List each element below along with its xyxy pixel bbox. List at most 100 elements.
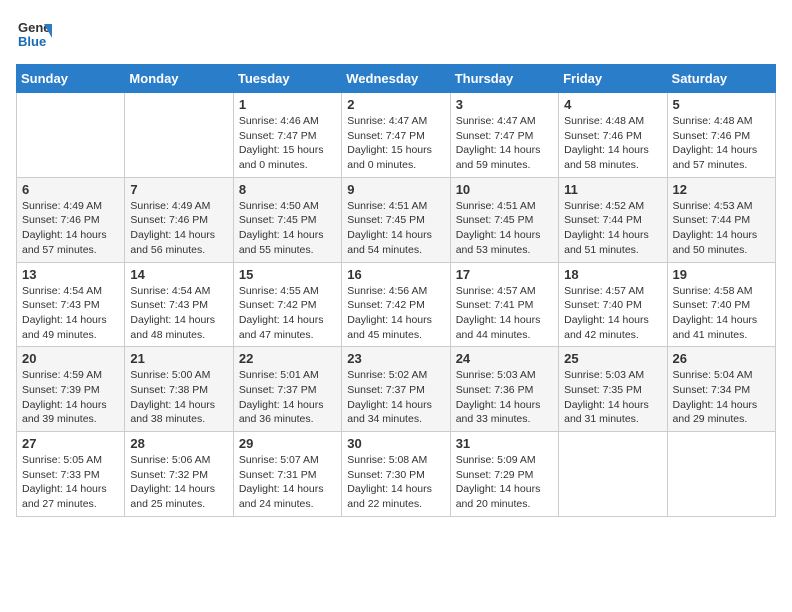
calendar-cell	[17, 93, 125, 178]
calendar-week-row: 6 Sunrise: 4:49 AM Sunset: 7:46 PM Daylig…	[17, 177, 776, 262]
calendar-week-row: 1 Sunrise: 4:46 AM Sunset: 7:47 PM Daylig…	[17, 93, 776, 178]
calendar-cell: 22 Sunrise: 5:01 AM Sunset: 7:37 PM Dayli…	[233, 347, 341, 432]
day-number: 13	[22, 267, 119, 282]
day-content: Sunrise: 5:02 AM Sunset: 7:37 PM Dayligh…	[347, 368, 444, 427]
calendar-cell: 11 Sunrise: 4:52 AM Sunset: 7:44 PM Dayli…	[559, 177, 667, 262]
calendar-cell: 16Sunrise: 4:56 AM Sunset: 7:42 PM Dayli…	[342, 262, 450, 347]
day-number: 3	[456, 97, 553, 112]
day-content: Sunrise: 5:09 AM Sunset: 7:29 PM Dayligh…	[456, 453, 553, 512]
day-content: Sunrise: 4:46 AM Sunset: 7:47 PM Dayligh…	[239, 114, 336, 173]
day-content: Sunrise: 4:48 AM Sunset: 7:46 PM Dayligh…	[673, 114, 770, 173]
day-number: 25	[564, 351, 661, 366]
calendar-cell: 7 Sunrise: 4:49 AM Sunset: 7:46 PM Daylig…	[125, 177, 233, 262]
day-number: 5	[673, 97, 770, 112]
day-number: 28	[130, 436, 227, 451]
day-content: Sunrise: 5:00 AM Sunset: 7:38 PM Dayligh…	[130, 368, 227, 427]
day-content: Sunrise: 4:49 AM Sunset: 7:46 PM Dayligh…	[22, 199, 119, 258]
calendar-cell: 24Sunrise: 5:03 AM Sunset: 7:36 PM Dayli…	[450, 347, 558, 432]
day-content: Sunrise: 5:03 AM Sunset: 7:36 PM Dayligh…	[456, 368, 553, 427]
logo: General Blue	[16, 16, 52, 52]
calendar-cell: 18 Sunrise: 4:57 AM Sunset: 7:40 PM Dayli…	[559, 262, 667, 347]
calendar-cell: 5 Sunrise: 4:48 AM Sunset: 7:46 PM Daylig…	[667, 93, 775, 178]
day-number: 11	[564, 182, 661, 197]
weekday-header: Sunday	[17, 65, 125, 93]
weekday-header: Saturday	[667, 65, 775, 93]
day-number: 4	[564, 97, 661, 112]
day-number: 19	[673, 267, 770, 282]
calendar-header: SundayMondayTuesdayWednesdayThursdayFrid…	[17, 65, 776, 93]
day-content: Sunrise: 4:59 AM Sunset: 7:39 PM Dayligh…	[22, 368, 119, 427]
day-number: 12	[673, 182, 770, 197]
day-number: 23	[347, 351, 444, 366]
day-number: 2	[347, 97, 444, 112]
day-content: Sunrise: 5:07 AM Sunset: 7:31 PM Dayligh…	[239, 453, 336, 512]
calendar-cell: 4 Sunrise: 4:48 AM Sunset: 7:46 PM Daylig…	[559, 93, 667, 178]
calendar-cell: 13 Sunrise: 4:54 AM Sunset: 7:43 PM Dayli…	[17, 262, 125, 347]
calendar-cell: 26 Sunrise: 5:04 AM Sunset: 7:34 PM Dayli…	[667, 347, 775, 432]
logo-icon: General Blue	[16, 16, 52, 52]
calendar-cell: 9 Sunrise: 4:51 AM Sunset: 7:45 PM Daylig…	[342, 177, 450, 262]
day-content: Sunrise: 4:57 AM Sunset: 7:40 PM Dayligh…	[564, 284, 661, 343]
calendar-week-row: 20 Sunrise: 4:59 AM Sunset: 7:39 PM Dayli…	[17, 347, 776, 432]
day-number: 9	[347, 182, 444, 197]
calendar-cell: 15 Sunrise: 4:55 AM Sunset: 7:42 PM Dayli…	[233, 262, 341, 347]
calendar-cell: 31 Sunrise: 5:09 AM Sunset: 7:29 PM Dayli…	[450, 432, 558, 517]
day-number: 7	[130, 182, 227, 197]
calendar-cell: 1 Sunrise: 4:46 AM Sunset: 7:47 PM Daylig…	[233, 93, 341, 178]
weekday-header: Friday	[559, 65, 667, 93]
calendar-cell: 8Sunrise: 4:50 AM Sunset: 7:45 PM Daylig…	[233, 177, 341, 262]
calendar-cell: 12Sunrise: 4:53 AM Sunset: 7:44 PM Dayli…	[667, 177, 775, 262]
day-number: 14	[130, 267, 227, 282]
calendar-cell: 3Sunrise: 4:47 AM Sunset: 7:47 PM Daylig…	[450, 93, 558, 178]
day-number: 31	[456, 436, 553, 451]
day-content: Sunrise: 5:08 AM Sunset: 7:30 PM Dayligh…	[347, 453, 444, 512]
day-content: Sunrise: 4:52 AM Sunset: 7:44 PM Dayligh…	[564, 199, 661, 258]
day-content: Sunrise: 4:51 AM Sunset: 7:45 PM Dayligh…	[347, 199, 444, 258]
calendar-cell: 19 Sunrise: 4:58 AM Sunset: 7:40 PM Dayli…	[667, 262, 775, 347]
day-number: 20	[22, 351, 119, 366]
day-number: 8	[239, 182, 336, 197]
calendar-cell: 21 Sunrise: 5:00 AM Sunset: 7:38 PM Dayli…	[125, 347, 233, 432]
calendar-week-row: 27Sunrise: 5:05 AM Sunset: 7:33 PM Dayli…	[17, 432, 776, 517]
day-content: Sunrise: 5:04 AM Sunset: 7:34 PM Dayligh…	[673, 368, 770, 427]
weekday-header: Tuesday	[233, 65, 341, 93]
day-number: 21	[130, 351, 227, 366]
calendar-cell: 28Sunrise: 5:06 AM Sunset: 7:32 PM Dayli…	[125, 432, 233, 517]
day-content: Sunrise: 4:49 AM Sunset: 7:46 PM Dayligh…	[130, 199, 227, 258]
calendar-cell: 27Sunrise: 5:05 AM Sunset: 7:33 PM Dayli…	[17, 432, 125, 517]
day-number: 1	[239, 97, 336, 112]
day-number: 15	[239, 267, 336, 282]
weekday-header: Monday	[125, 65, 233, 93]
calendar-cell	[125, 93, 233, 178]
calendar-cell: 30Sunrise: 5:08 AM Sunset: 7:30 PM Dayli…	[342, 432, 450, 517]
calendar-cell	[559, 432, 667, 517]
day-number: 16	[347, 267, 444, 282]
day-number: 18	[564, 267, 661, 282]
calendar-cell	[667, 432, 775, 517]
day-content: Sunrise: 4:55 AM Sunset: 7:42 PM Dayligh…	[239, 284, 336, 343]
day-number: 29	[239, 436, 336, 451]
calendar-cell: 17 Sunrise: 4:57 AM Sunset: 7:41 PM Dayli…	[450, 262, 558, 347]
calendar-cell: 20 Sunrise: 4:59 AM Sunset: 7:39 PM Dayli…	[17, 347, 125, 432]
day-content: Sunrise: 4:57 AM Sunset: 7:41 PM Dayligh…	[456, 284, 553, 343]
calendar-cell: 14 Sunrise: 4:54 AM Sunset: 7:43 PM Dayli…	[125, 262, 233, 347]
calendar-cell: 6 Sunrise: 4:49 AM Sunset: 7:46 PM Daylig…	[17, 177, 125, 262]
page-header: General Blue	[16, 16, 776, 52]
calendar-cell: 10Sunrise: 4:51 AM Sunset: 7:45 PM Dayli…	[450, 177, 558, 262]
calendar-cell: 2Sunrise: 4:47 AM Sunset: 7:47 PM Daylig…	[342, 93, 450, 178]
day-number: 6	[22, 182, 119, 197]
day-content: Sunrise: 5:03 AM Sunset: 7:35 PM Dayligh…	[564, 368, 661, 427]
calendar-week-row: 13 Sunrise: 4:54 AM Sunset: 7:43 PM Dayli…	[17, 262, 776, 347]
day-number: 22	[239, 351, 336, 366]
day-content: Sunrise: 5:05 AM Sunset: 7:33 PM Dayligh…	[22, 453, 119, 512]
day-content: Sunrise: 4:54 AM Sunset: 7:43 PM Dayligh…	[130, 284, 227, 343]
day-content: Sunrise: 4:58 AM Sunset: 7:40 PM Dayligh…	[673, 284, 770, 343]
calendar-cell: 23 Sunrise: 5:02 AM Sunset: 7:37 PM Dayli…	[342, 347, 450, 432]
day-number: 26	[673, 351, 770, 366]
calendar-cell: 29 Sunrise: 5:07 AM Sunset: 7:31 PM Dayli…	[233, 432, 341, 517]
day-content: Sunrise: 4:48 AM Sunset: 7:46 PM Dayligh…	[564, 114, 661, 173]
day-number: 10	[456, 182, 553, 197]
day-number: 17	[456, 267, 553, 282]
day-content: Sunrise: 5:01 AM Sunset: 7:37 PM Dayligh…	[239, 368, 336, 427]
day-content: Sunrise: 4:54 AM Sunset: 7:43 PM Dayligh…	[22, 284, 119, 343]
